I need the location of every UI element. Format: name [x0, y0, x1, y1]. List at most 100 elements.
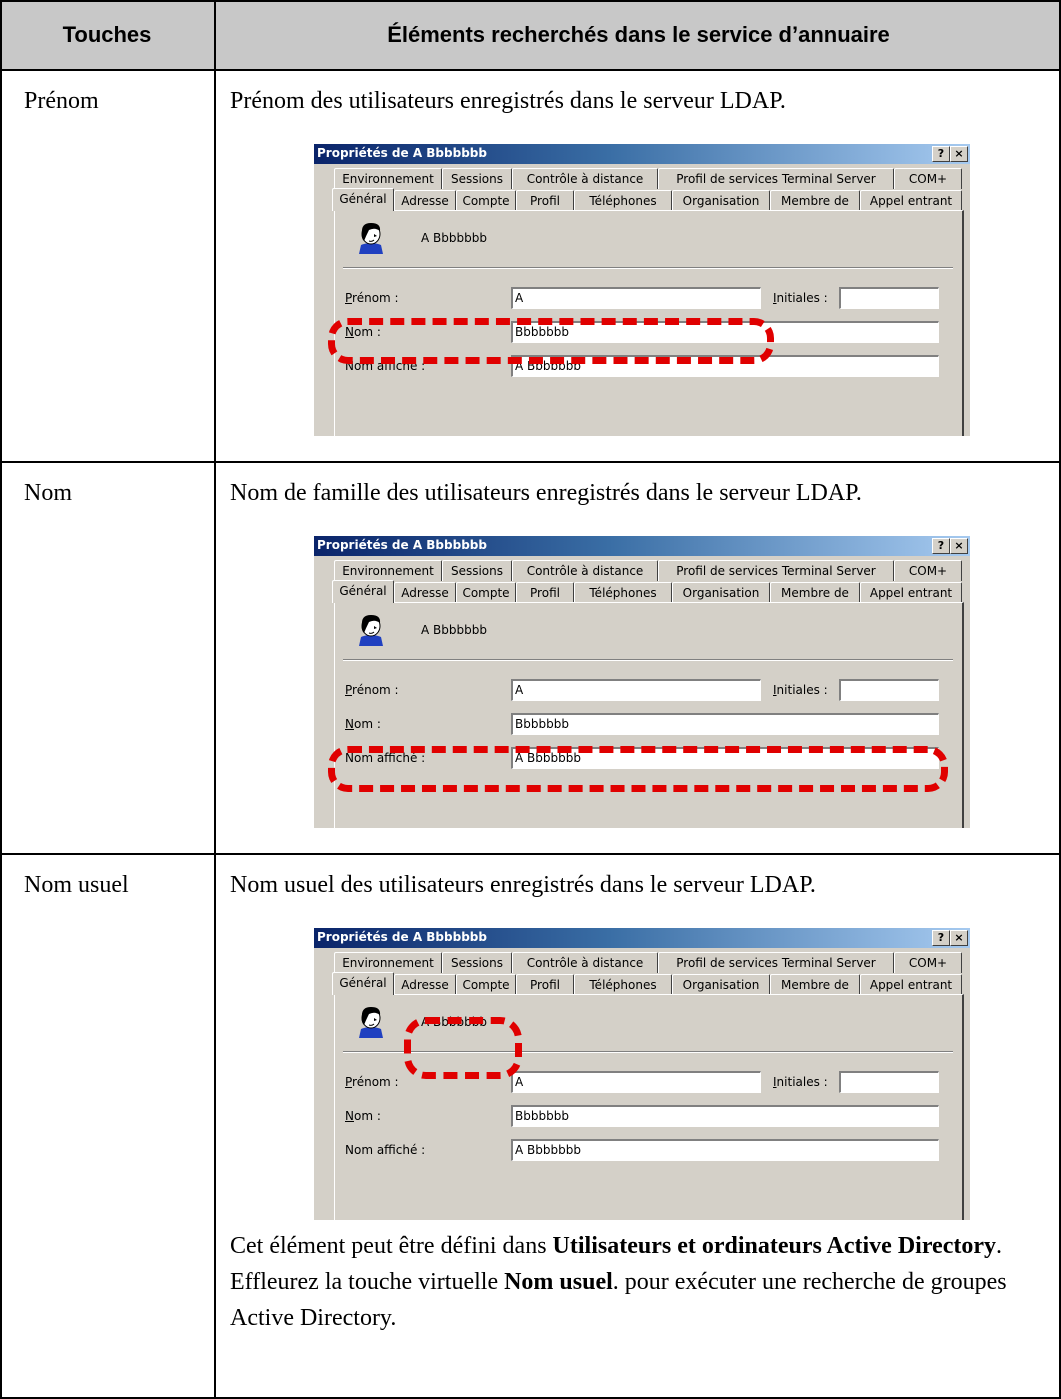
header-elements: Éléments recherchés dans le service d’an… — [387, 22, 890, 47]
first-name-field[interactable]: A — [511, 1071, 761, 1093]
row-key-last-name: Nom — [24, 480, 72, 506]
tab-profil[interactable]: Profil — [516, 582, 574, 603]
divider — [343, 267, 953, 269]
tab-telephones[interactable]: Téléphones — [574, 974, 672, 995]
tab-organisation[interactable]: Organisation — [672, 190, 770, 211]
tab-membre-de[interactable]: Membre de — [770, 190, 860, 211]
tab-appel-entrant[interactable]: Appel entrant — [860, 582, 962, 603]
note-bold-text: Utilisateurs et ordinateurs Active Direc… — [552, 1233, 996, 1259]
initials-field[interactable] — [839, 1071, 939, 1093]
tab-profil-terminal-server[interactable]: Profil de services Terminal Server — [658, 560, 894, 581]
highlight-last-name — [328, 746, 948, 792]
tab-sessions[interactable]: Sessions — [442, 560, 512, 581]
general-tab-panel: A Bbbbbbb Prénom : A Initiales : Nom : B… — [334, 602, 964, 828]
last-name-label-text: om : — [353, 1109, 381, 1123]
initials-field[interactable] — [839, 679, 939, 701]
highlight-display-name — [404, 1017, 522, 1079]
table-header: Touches Éléments recherchés dans le serv… — [0, 0, 1061, 70]
tab-membre-de[interactable]: Membre de — [770, 582, 860, 603]
tab-environnement[interactable]: Environnement — [334, 560, 442, 581]
tab-environnement[interactable]: Environnement — [334, 952, 442, 973]
user-icon — [359, 223, 383, 254]
tab-controle-a-distance[interactable]: Contrôle à distance — [512, 168, 658, 189]
dialog-title-bar: Propriétés de A Bbbbbbb ? × — [314, 928, 970, 948]
last-name-label: Nom : — [345, 1109, 381, 1123]
tab-organisation[interactable]: Organisation — [672, 582, 770, 603]
row-description-display-name: Nom usuel des utilisateurs enregistrés d… — [230, 872, 816, 898]
dialog-title-bar: Propriétés de A Bbbbbbb ? × — [314, 536, 970, 556]
user-icon — [359, 615, 383, 646]
dialog-slot: Propriétés de A Bbbbbbb ? × Environnemen… — [0, 144, 970, 436]
help-icon[interactable]: ? — [932, 146, 950, 162]
tab-adresse[interactable]: Adresse — [394, 582, 456, 603]
tab-profil-terminal-server[interactable]: Profil de services Terminal Server — [658, 952, 894, 973]
highlight-first-name — [328, 318, 774, 364]
initials-label: Initiales : — [773, 683, 828, 697]
tab-adresse[interactable]: Adresse — [394, 190, 456, 211]
tab-com[interactable]: COM+ — [894, 560, 962, 581]
tab-environnement[interactable]: Environnement — [334, 168, 442, 189]
divider — [343, 659, 953, 661]
user-display-name: A Bbbbbbb — [421, 623, 487, 637]
initials-field[interactable] — [839, 287, 939, 309]
tab-appel-entrant[interactable]: Appel entrant — [860, 190, 962, 211]
last-name-label: Nom : — [345, 717, 381, 731]
header-keys: Touches — [62, 22, 152, 47]
tab-organisation[interactable]: Organisation — [672, 974, 770, 995]
first-name-field[interactable]: A — [511, 679, 761, 701]
tab-sessions[interactable]: Sessions — [442, 952, 512, 973]
close-icon[interactable]: × — [950, 146, 968, 162]
tab-profil[interactable]: Profil — [516, 190, 574, 211]
row-key-first-name: Prénom — [24, 88, 99, 114]
tab-com[interactable]: COM+ — [894, 952, 962, 973]
tab-general[interactable]: Général — [332, 972, 394, 995]
help-icon[interactable]: ? — [932, 538, 950, 554]
tab-general[interactable]: Général — [332, 580, 394, 603]
dialog-title: Propriétés de A Bbbbbbb — [317, 146, 487, 160]
tab-general[interactable]: Général — [332, 188, 394, 211]
note-bold-text: Nom usuel — [504, 1269, 613, 1295]
first-name-label-text: rénom : — [352, 683, 399, 697]
initials-label: Initiales : — [773, 1075, 828, 1089]
last-name-field[interactable]: Bbbbbbb — [511, 1105, 939, 1127]
tab-compte[interactable]: Compte — [456, 974, 516, 995]
tab-controle-a-distance[interactable]: Contrôle à distance — [512, 560, 658, 581]
tab-adresse[interactable]: Adresse — [394, 974, 456, 995]
close-icon[interactable]: × — [950, 538, 968, 554]
first-name-label-text: rénom : — [352, 291, 399, 305]
first-name-field[interactable]: A — [511, 287, 761, 309]
tab-telephones[interactable]: Téléphones — [574, 190, 672, 211]
tab-profil[interactable]: Profil — [516, 974, 574, 995]
dialog-title-bar: Propriétés de A Bbbbbbb ? × — [314, 144, 970, 164]
row-description-first-name: Prénom des utilisateurs enregistrés dans… — [230, 88, 786, 114]
note-text: Effleurez la touche virtuelle — [230, 1269, 505, 1295]
display-name-field[interactable]: A Bbbbbbb — [511, 1139, 939, 1161]
dialog-slot: Propriétés de A Bbbbbbb ? × Environnemen… — [0, 928, 970, 1220]
note-text: . — [995, 1233, 1002, 1259]
table-row-divider — [0, 853, 1061, 855]
tab-profil-terminal-server[interactable]: Profil de services Terminal Server — [658, 168, 894, 189]
help-icon[interactable]: ? — [932, 930, 950, 946]
user-icon — [359, 1007, 383, 1038]
row-description-last-name: Nom de famille des utilisateurs enregist… — [230, 480, 862, 506]
last-name-field[interactable]: Bbbbbbb — [511, 713, 939, 735]
initials-label-text: nitiales : — [776, 291, 828, 305]
keys-table: Touches Éléments recherchés dans le serv… — [0, 0, 1061, 1399]
tab-com[interactable]: COM+ — [894, 168, 962, 189]
tab-controle-a-distance[interactable]: Contrôle à distance — [512, 952, 658, 973]
properties-dialog: Propriétés de A Bbbbbbb ? × Environnemen… — [314, 144, 970, 436]
tab-sessions[interactable]: Sessions — [442, 168, 512, 189]
table-border-left — [0, 0, 2, 1399]
dialog-slot: Propriétés de A Bbbbbbb ? × Environnemen… — [0, 536, 970, 828]
initials-label-text: nitiales : — [776, 1075, 828, 1089]
tab-appel-entrant[interactable]: Appel entrant — [860, 974, 962, 995]
last-name-label-text: om : — [353, 717, 381, 731]
tab-compte[interactable]: Compte — [456, 190, 516, 211]
tab-telephones[interactable]: Téléphones — [574, 582, 672, 603]
dialog-title: Propriétés de A Bbbbbbb — [317, 538, 487, 552]
tab-compte[interactable]: Compte — [456, 582, 516, 603]
close-icon[interactable]: × — [950, 930, 968, 946]
tab-membre-de[interactable]: Membre de — [770, 974, 860, 995]
first-name-label: Prénom : — [345, 683, 399, 697]
first-name-label: Prénom : — [345, 291, 399, 305]
